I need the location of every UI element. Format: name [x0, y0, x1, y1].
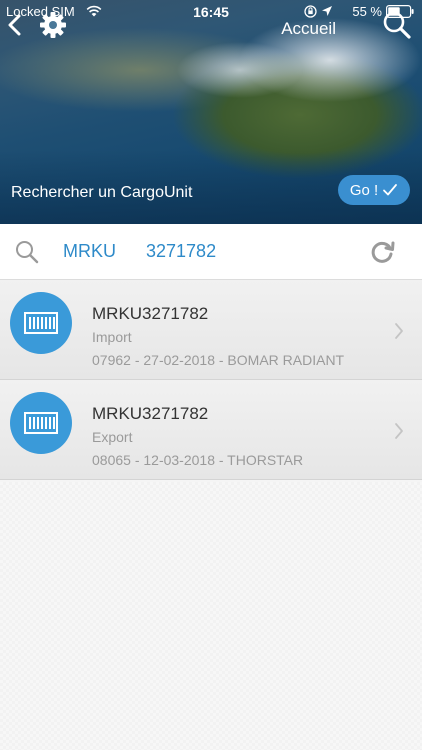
navigation-bar: Accueil	[0, 0, 422, 50]
chevron-right-icon	[395, 423, 403, 439]
go-button-label: Go !	[349, 181, 379, 199]
search-icon	[16, 241, 39, 264]
search-icon[interactable]	[382, 10, 412, 40]
list-item[interactable]: MRKU3271782 Import 07962 - 27-02-2018 - …	[0, 280, 422, 380]
go-button[interactable]: Go !	[338, 175, 410, 205]
result-title: MRKU3271782	[92, 304, 209, 323]
back-icon[interactable]	[6, 14, 22, 36]
check-icon	[383, 184, 398, 196]
container-glyph-icon	[24, 312, 58, 334]
result-detail: 07962 - 27-02-2018 - BOMAR RADIANT	[92, 352, 345, 368]
results-list: MRKU3271782 Import 07962 - 27-02-2018 - …	[0, 280, 422, 480]
refresh-icon[interactable]	[368, 238, 396, 266]
search-bar: MRKU 3271782	[0, 224, 422, 280]
list-item[interactable]: MRKU3271782 Export 08065 - 12-03-2018 - …	[0, 380, 422, 480]
empty-list-area	[0, 482, 422, 750]
container-glyph-icon	[24, 412, 58, 434]
container-number-field[interactable]: 3271782	[146, 241, 216, 262]
container-icon	[10, 392, 72, 454]
result-type: Export	[92, 429, 133, 445]
container-icon	[10, 292, 72, 354]
gear-icon[interactable]	[38, 10, 68, 40]
result-title: MRKU3271782	[92, 404, 209, 423]
page-title: Accueil	[281, 19, 336, 38]
result-detail: 08065 - 12-03-2018 - THORSTAR	[92, 452, 304, 468]
chevron-right-icon	[395, 323, 403, 339]
search-cargounit-label: Rechercher un CargoUnit	[11, 184, 193, 201]
result-type: Import	[92, 329, 132, 345]
container-prefix-field[interactable]: MRKU	[63, 241, 116, 262]
